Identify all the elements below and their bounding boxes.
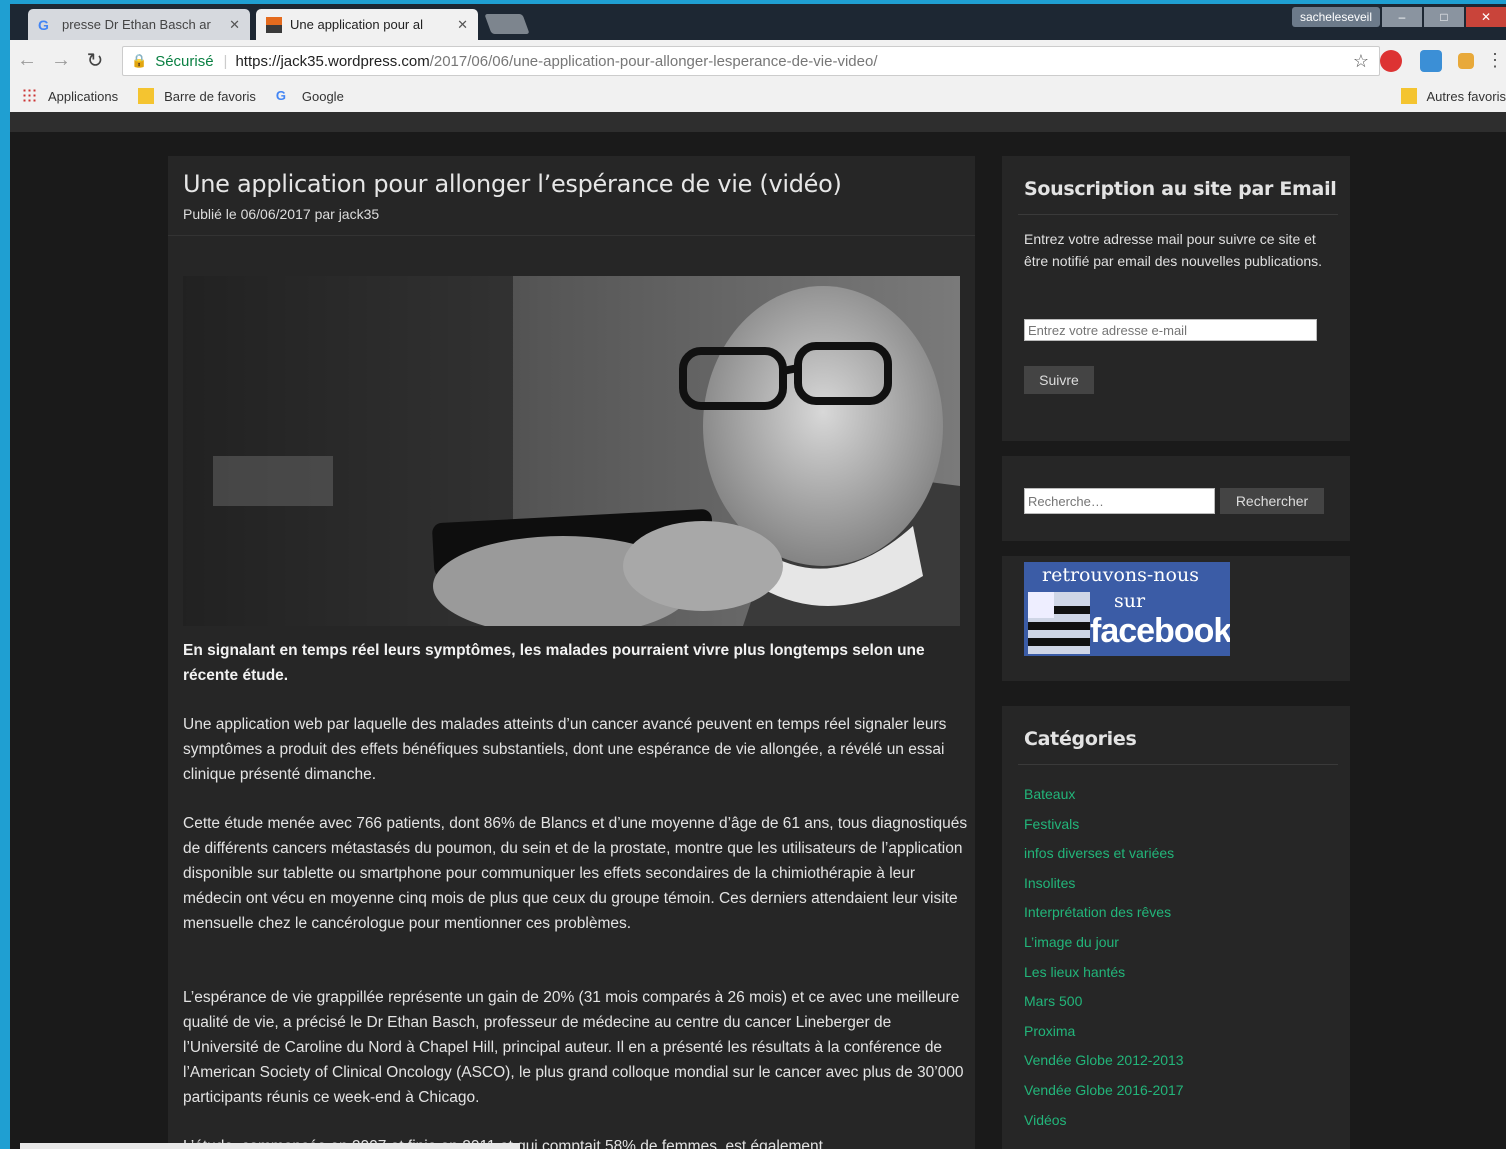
category-link[interactable]: Vendée Globe 2012-2013 [1024, 1052, 1184, 1082]
separator: | [223, 52, 228, 70]
widget-title: Catégories [1024, 728, 1137, 750]
apps-grid-icon [22, 88, 38, 104]
divider [1018, 214, 1338, 215]
elderly-man-with-phone-photo [183, 276, 960, 626]
extension-puzzle-icon[interactable] [1458, 53, 1474, 69]
address-bar[interactable]: 🔒 Sécurisé | https://jack35.wordpress.co… [122, 46, 1380, 76]
lock-icon: 🔒 [131, 53, 148, 68]
site-header-band [10, 112, 1506, 132]
tab-title: presse Dr Ethan Basch ar [62, 17, 211, 32]
tab-strip: G presse Dr Ethan Basch ar ✕ Une applica… [10, 4, 1506, 40]
url-path: /2017/06/06/une-application-pour-allonge… [429, 52, 878, 70]
bookmark-favorites-bar[interactable]: Barre de favoris [138, 88, 256, 104]
category-link[interactable]: Insolites [1024, 875, 1184, 905]
category-link[interactable]: Bateaux [1024, 786, 1184, 816]
search-widget: Rechercher [1002, 456, 1350, 541]
category-list: Bateaux Festivals infos diverses et vari… [1024, 786, 1184, 1141]
widget-title: Souscription au site par Email [1024, 178, 1337, 200]
facebook-logo-text: facebook [1090, 612, 1230, 650]
category-link[interactable]: Festivals [1024, 816, 1184, 846]
category-link[interactable]: L’image du jour [1024, 934, 1184, 964]
extension-calendar-icon[interactable] [1420, 50, 1442, 72]
tab-search[interactable]: G presse Dr Ethan Basch ar ✕ [28, 9, 250, 40]
close-icon[interactable]: ✕ [229, 17, 240, 33]
extension-adblock-icon[interactable] [1380, 50, 1402, 72]
web-page: Une application pour allonger l’espéranc… [10, 112, 1506, 1149]
author-link[interactable]: jack35 [339, 206, 379, 222]
wordpress-icon [266, 16, 282, 33]
google-icon: G [38, 16, 49, 33]
category-link[interactable]: Vendée Globe 2016-2017 [1024, 1082, 1184, 1112]
facebook-line2: sur [1114, 590, 1146, 612]
bookmark-label: Barre de favoris [164, 88, 256, 104]
secure-label: Sécurisé [155, 52, 214, 70]
category-link[interactable]: Interprétation des rêves [1024, 904, 1184, 934]
browser-toolbar: ← → ↻ 🔒 Sécurisé | https://jack35.wordpr… [10, 40, 1506, 80]
bookmark-label: Applications [48, 88, 119, 104]
published-prefix: Publié le [183, 206, 237, 222]
follow-button[interactable]: Suivre [1024, 366, 1094, 394]
article-paragraph: Cette étude menée avec 766 patients, don… [183, 815, 968, 932]
article: Une application pour allonger l’espéranc… [168, 156, 975, 1149]
search-button[interactable]: Rechercher [1220, 488, 1324, 514]
category-link[interactable]: Proxima [1024, 1023, 1184, 1053]
category-link[interactable]: Mars 500 [1024, 993, 1184, 1023]
article-lead: En signalant en temps réel leurs symptôm… [183, 642, 925, 684]
subscribe-description: Entrez votre adresse mail pour suivre ce… [1024, 231, 1323, 269]
bookmarks-bar: Applications Barre de favoris G Google A… [10, 80, 1506, 112]
profile-chip[interactable]: sacheleseveil [1291, 7, 1380, 27]
article-paragraph: L’espérance de vie grappillée représente… [183, 989, 964, 1106]
facebook-widget: retrouvons-nous sur facebook [1002, 556, 1350, 681]
article-header: Une application pour allonger l’espéranc… [168, 156, 975, 236]
status-bar [20, 1143, 520, 1149]
publish-date[interactable]: 06/06/2017 [241, 206, 311, 222]
article-title[interactable]: Une application pour allonger l’espéranc… [183, 170, 842, 198]
url-host: https://jack35.wordpress.com [235, 52, 430, 70]
category-link[interactable]: infos diverses et variées [1024, 845, 1184, 875]
bookmark-applications[interactable]: Applications [22, 88, 118, 104]
new-tab-button[interactable] [484, 14, 530, 34]
email-subscription-widget: Souscription au site par Email Entrez vo… [1002, 156, 1350, 441]
facebook-banner[interactable]: retrouvons-nous sur facebook [1024, 562, 1230, 656]
by-label: par [314, 206, 335, 222]
tab-article[interactable]: Une application pour al ✕ [256, 9, 478, 40]
breton-flag-icon [1028, 592, 1090, 654]
reload-icon[interactable]: ↻ [78, 48, 112, 73]
article-meta: Publié le 06/06/2017 par jack35 [183, 206, 379, 222]
folder-icon [1400, 88, 1417, 104]
bookmark-star-icon[interactable]: ☆ [1353, 51, 1369, 72]
maximize-button[interactable]: □ [1424, 7, 1464, 27]
forward-arrow-icon[interactable]: → [44, 49, 78, 72]
email-field[interactable] [1024, 319, 1317, 341]
bookmark-label: Google [301, 88, 344, 104]
other-bookmarks-label: Autres favoris [1426, 88, 1506, 104]
divider [1018, 764, 1338, 765]
search-input[interactable] [1024, 488, 1215, 514]
other-bookmarks[interactable]: Autres favoris [1400, 88, 1506, 104]
browser-window: G presse Dr Ethan Basch ar ✕ Une applica… [10, 4, 1506, 112]
folder-icon [138, 88, 155, 104]
tab-title: Une application pour al [290, 17, 423, 32]
category-link[interactable]: Vidéos [1024, 1112, 1184, 1142]
window-controls: sacheleseveil – □ ✕ [1291, 4, 1506, 27]
article-paragraph: Une application web par laquelle des mal… [183, 716, 947, 783]
back-arrow-icon[interactable]: ← [10, 49, 44, 72]
categories-widget: Catégories Bateaux Festivals infos diver… [1002, 706, 1350, 1149]
close-window-button[interactable]: ✕ [1466, 7, 1506, 27]
google-icon: G [275, 88, 286, 103]
menu-icon[interactable]: ⋮ [1486, 50, 1504, 71]
article-photo [183, 276, 960, 626]
facebook-line1: retrouvons-nous [1042, 564, 1199, 586]
category-link[interactable]: Les lieux hantés [1024, 964, 1184, 994]
bookmark-google[interactable]: G Google [276, 88, 344, 104]
minimize-button[interactable]: – [1382, 7, 1422, 27]
close-icon[interactable]: ✕ [457, 17, 468, 33]
